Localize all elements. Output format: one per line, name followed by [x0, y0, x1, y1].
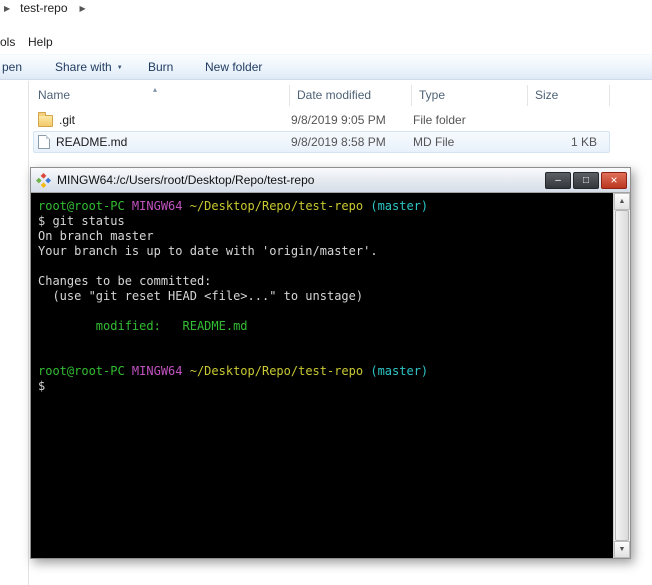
window-title: MINGW64:/c/Users/root/Desktop/Repo/test-… — [57, 173, 315, 187]
sort-ascending-icon: ▴ — [153, 85, 158, 94]
scroll-down-button[interactable]: ▼ — [614, 541, 630, 558]
scrollbar-thumb[interactable] — [615, 210, 629, 541]
folder-icon — [38, 112, 53, 127]
file-type: MD File — [413, 135, 455, 149]
terminal-window: MINGW64:/c/Users/root/Desktop/Repo/test-… — [30, 167, 631, 559]
terminal-line: (use "git reset HEAD <file>..." to unsta… — [38, 289, 606, 304]
breadcrumb-item[interactable]: test-repo — [20, 1, 67, 15]
column-header-size[interactable]: Size — [528, 85, 610, 106]
breadcrumb-arrow-icon: ▶ — [4, 3, 11, 13]
terminal-text-segment: MINGW64 — [131, 364, 190, 378]
share-with-button[interactable]: Share with ▼ — [55, 55, 123, 79]
pane-divider — [28, 81, 29, 585]
terminal-line: modified: README.md — [38, 319, 606, 334]
terminal-line: $ — [38, 379, 606, 394]
file-list: .git 9/8/2019 9:05 PM File folder README.md… — [33, 109, 610, 153]
share-with-label: Share with — [55, 60, 112, 74]
table-row[interactable]: README.md 9/8/2019 8:58 PM MD File 1 KB — [33, 131, 610, 153]
minimize-button[interactable]: – — [545, 171, 571, 189]
maximize-button[interactable]: □ — [573, 171, 599, 189]
dropdown-arrow-icon: ▼ — [116, 64, 123, 71]
file-type: File folder — [413, 113, 466, 127]
burn-button[interactable]: Burn — [148, 55, 173, 79]
terminal-line: On branch master — [38, 229, 606, 244]
file-name-cell: README.md — [34, 135, 291, 149]
terminal-line: Changes to be committed: — [38, 274, 606, 289]
table-row[interactable]: .git 9/8/2019 9:05 PM File folder — [33, 109, 610, 131]
terminal-text-segment: On branch master — [38, 229, 154, 243]
terminal-output: root@root-PC MINGW64 ~/Desktop/Repo/test… — [38, 199, 606, 554]
terminal-text-segment: (master) — [370, 199, 429, 213]
terminal-text-segment: ~/Desktop/Repo/test-repo — [189, 364, 371, 378]
file-icon — [38, 135, 50, 149]
terminal-scrollbar[interactable]: ▲ ▼ — [613, 193, 630, 558]
file-size: 1 KB — [570, 135, 597, 149]
menu-item-tools[interactable]: ols — [0, 33, 15, 51]
column-header-name-label: Name — [38, 88, 71, 102]
new-folder-button[interactable]: New folder — [205, 55, 262, 79]
terminal-text-segment: ~/Desktop/Repo/test-repo — [189, 199, 371, 213]
breadcrumb[interactable]: ▶ test-repo ▶ — [4, 0, 86, 16]
terminal-line: Your branch is up to date with 'origin/m… — [38, 244, 606, 259]
file-name-cell: .git — [34, 112, 291, 127]
terminal-text-segment: (use "git reset HEAD <file>..." to unsta… — [38, 289, 364, 303]
close-button[interactable]: × — [601, 171, 627, 189]
column-headers: Name ▴ Date modified Type Size — [33, 85, 610, 106]
terminal-title-bar[interactable]: MINGW64:/c/Users/root/Desktop/Repo/test-… — [31, 168, 630, 193]
menu-item-help[interactable]: Help — [28, 33, 53, 51]
terminal-text-segment: Your branch is up to date with 'origin/m… — [38, 244, 378, 258]
git-bash-icon — [36, 172, 51, 188]
column-header-type[interactable]: Type — [412, 85, 528, 106]
column-header-name[interactable]: Name ▴ — [33, 85, 290, 106]
terminal-text-segment: MINGW64 — [131, 199, 190, 213]
file-name: README.md — [56, 135, 128, 149]
terminal-text-segment: root@root-PC — [38, 364, 132, 378]
terminal-text-segment: $ git status — [38, 214, 125, 228]
terminal-line: root@root-PC MINGW64 ~/Desktop/Repo/test… — [38, 364, 606, 379]
column-header-date-modified[interactable]: Date modified — [290, 85, 412, 106]
menu-bar: ols Help — [0, 33, 652, 51]
window-controls: – □ × — [545, 171, 627, 189]
open-button[interactable]: pen — [2, 55, 22, 79]
scroll-up-button[interactable]: ▲ — [614, 193, 630, 210]
terminal-line: root@root-PC MINGW64 ~/Desktop/Repo/test… — [38, 199, 606, 214]
command-toolbar: pen Share with ▼ Burn New folder — [0, 54, 652, 80]
file-date-modified: 9/8/2019 9:05 PM — [291, 113, 386, 127]
terminal-text-segment: modified: README.md — [38, 319, 248, 333]
terminal-text-segment: root@root-PC — [38, 199, 132, 213]
file-name: .git — [59, 113, 76, 127]
terminal-text-segment: $ — [38, 379, 46, 393]
terminal-line: $ git status — [38, 214, 606, 229]
breadcrumb-arrow-icon: ▶ — [79, 3, 86, 13]
terminal-text-segment: (master) — [370, 364, 429, 378]
terminal-text-segment: Changes to be committed: — [38, 274, 212, 288]
terminal-body[interactable]: root@root-PC MINGW64 ~/Desktop/Repo/test… — [31, 193, 630, 558]
file-date-modified: 9/8/2019 8:58 PM — [291, 135, 386, 149]
